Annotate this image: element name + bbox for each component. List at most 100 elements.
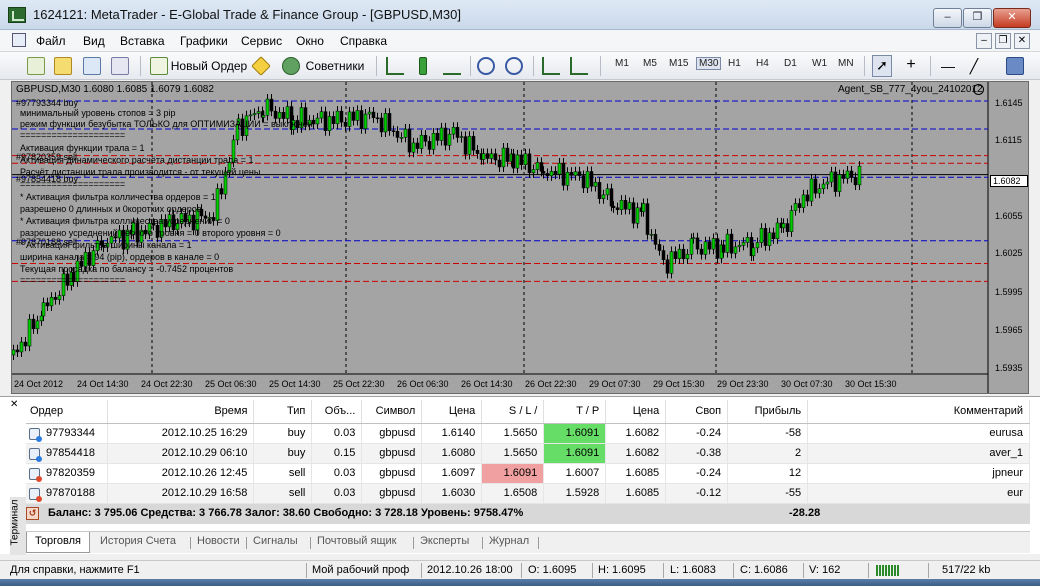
column-header[interactable]: Прибыль <box>727 400 809 424</box>
candle-body <box>261 115 266 118</box>
line-chart-icon[interactable] <box>443 57 461 75</box>
cursor-icon[interactable]: ➚ <box>872 55 892 77</box>
timeframe-h4[interactable]: H4 <box>756 58 769 69</box>
chart-shift-icon[interactable] <box>542 57 560 75</box>
time-tick-label: 25 Oct 14:30 <box>269 379 321 389</box>
timeframe-w1[interactable]: W1 <box>812 58 827 69</box>
horizontal-line-icon[interactable]: — <box>937 55 959 77</box>
order-tp: 1.6091 <box>543 423 607 444</box>
autoscroll-icon[interactable] <box>570 57 588 75</box>
price-tick-label: 1.5995 <box>995 287 1023 297</box>
candle-body <box>252 113 257 116</box>
column-header[interactable]: Цена <box>421 400 483 424</box>
candle-body <box>813 178 818 194</box>
order-ticket: 97870188 <box>46 487 95 499</box>
candle-body <box>463 136 468 155</box>
tab-trade[interactable]: Торговля <box>26 532 90 553</box>
order-swap: -0.24 <box>665 463 729 484</box>
menu-window[interactable]: Окно <box>296 34 324 48</box>
close-button[interactable]: ✕ <box>993 8 1031 28</box>
timeframe-m1[interactable]: M1 <box>615 58 629 69</box>
experts-button[interactable]: Советники <box>302 55 368 77</box>
candle-body <box>41 302 46 317</box>
menu-file[interactable]: Файл <box>36 34 66 48</box>
timeframe-h1[interactable]: H1 <box>728 58 741 69</box>
order-price: 1.6140 <box>421 423 483 444</box>
zoom-out-icon[interactable] <box>505 57 523 75</box>
column-header[interactable]: Комментарий <box>807 400 1030 424</box>
tab-mailbox[interactable]: Почтовый ящик <box>317 535 396 547</box>
menu-help[interactable]: Справка <box>340 34 387 48</box>
order-swap: -0.38 <box>665 443 729 464</box>
crosshair-icon[interactable]: + <box>900 55 922 77</box>
new-order-button[interactable]: Новый Ордер <box>169 55 249 77</box>
menu-tools[interactable]: Сервис <box>241 34 282 48</box>
column-header[interactable]: Символ <box>361 400 423 424</box>
time-tick-label: 24 Oct 14:30 <box>77 379 129 389</box>
column-header[interactable]: T / P <box>543 400 607 424</box>
candle-body <box>755 242 760 249</box>
mdi-close-button[interactable]: ✕ <box>1014 33 1030 49</box>
tab-signals[interactable]: Сигналы <box>253 535 298 547</box>
terminal-close-button[interactable]: ✕ <box>10 399 18 410</box>
metaeditor-icon[interactable] <box>251 56 271 76</box>
timeframe-m30[interactable]: M30 <box>696 57 722 70</box>
menu-view[interactable]: Вид <box>83 34 105 48</box>
connection-bars-icon <box>876 565 900 576</box>
maximize-button[interactable]: ❐ <box>963 8 992 28</box>
candle-body <box>729 233 734 254</box>
time-tick-label: 26 Oct 14:30 <box>461 379 513 389</box>
candle-body <box>715 238 720 259</box>
minimize-button[interactable]: – <box>933 8 962 28</box>
timeframe-m5[interactable]: M5 <box>643 58 657 69</box>
timeframe-d1[interactable]: D1 <box>784 58 797 69</box>
tab-journal[interactable]: Журнал <box>489 535 529 547</box>
trendline-icon[interactable]: ╱ <box>963 55 985 77</box>
table-row[interactable]: 97820359 2012.10.26 12:45 sell 0.03 gbpu… <box>26 463 1030 484</box>
candle-body <box>459 136 464 138</box>
order-type: buy <box>253 423 313 444</box>
market-watch-icon[interactable] <box>83 57 101 75</box>
new-chart-icon[interactable] <box>27 57 45 75</box>
candle-body <box>549 171 554 177</box>
tab-experts[interactable]: Эксперты <box>420 535 469 547</box>
candle-body <box>737 245 742 248</box>
candle-body <box>669 251 674 274</box>
navigator-icon[interactable] <box>111 57 129 75</box>
candlestick-icon[interactable] <box>419 57 427 75</box>
column-header[interactable]: Своп <box>665 400 729 424</box>
table-row[interactable]: 97854418 2012.10.29 06:10 buy 0.15 gbpus… <box>26 443 1030 464</box>
candle-body <box>475 149 480 154</box>
bar-chart-icon[interactable] <box>386 57 404 75</box>
timeframe-m15[interactable]: M15 <box>669 58 688 69</box>
column-header[interactable]: Время <box>107 400 255 424</box>
order-volume: 0.03 <box>311 483 363 504</box>
timeframe-mn[interactable]: MN <box>838 58 854 69</box>
window-title: 1624121: MetaTrader - E-Global Trade & F… <box>33 7 461 22</box>
zoom-in-icon[interactable] <box>477 57 495 75</box>
candle-body <box>379 117 384 133</box>
table-row[interactable]: 97870188 2012.10.29 16:58 sell 0.03 gbpu… <box>26 483 1030 504</box>
column-header[interactable]: Ордер <box>26 400 109 424</box>
column-header[interactable]: Объ... <box>311 400 363 424</box>
text-label-icon[interactable] <box>1006 57 1024 75</box>
status-high: H: 1.6095 <box>598 564 646 576</box>
candle-body <box>541 171 546 174</box>
comment-line: ширина канала = 94 (pip), ордеров в кана… <box>20 252 220 262</box>
mdi-restore-button[interactable]: ❐ <box>995 33 1011 49</box>
price-chart[interactable]: GBPUSD,M30 1.6080 1.6085 1.6079 1.6082 A… <box>11 81 1029 394</box>
profiles-icon[interactable] <box>54 57 72 75</box>
candle-body <box>277 111 282 119</box>
table-row[interactable]: 97793344 2012.10.25 16:29 buy 0.03 gbpus… <box>26 423 1030 444</box>
column-header[interactable]: S / L / <box>481 400 545 424</box>
balance-summary: Баланс: 3 795.06 Средства: 3 766.78 Зало… <box>48 507 524 519</box>
menu-insert[interactable]: Вставка <box>120 34 165 48</box>
menu-charts[interactable]: Графики <box>180 34 228 48</box>
status-profile[interactable]: Мой рабочий проф <box>312 564 409 576</box>
tab-news[interactable]: Новости <box>197 535 240 547</box>
candle-body <box>585 171 590 189</box>
column-header[interactable]: Тип <box>253 400 313 424</box>
mdi-minimize-button[interactable]: – <box>976 33 992 49</box>
tab-account-history[interactable]: История Счета <box>100 535 176 547</box>
column-header[interactable]: Цена <box>605 400 667 424</box>
